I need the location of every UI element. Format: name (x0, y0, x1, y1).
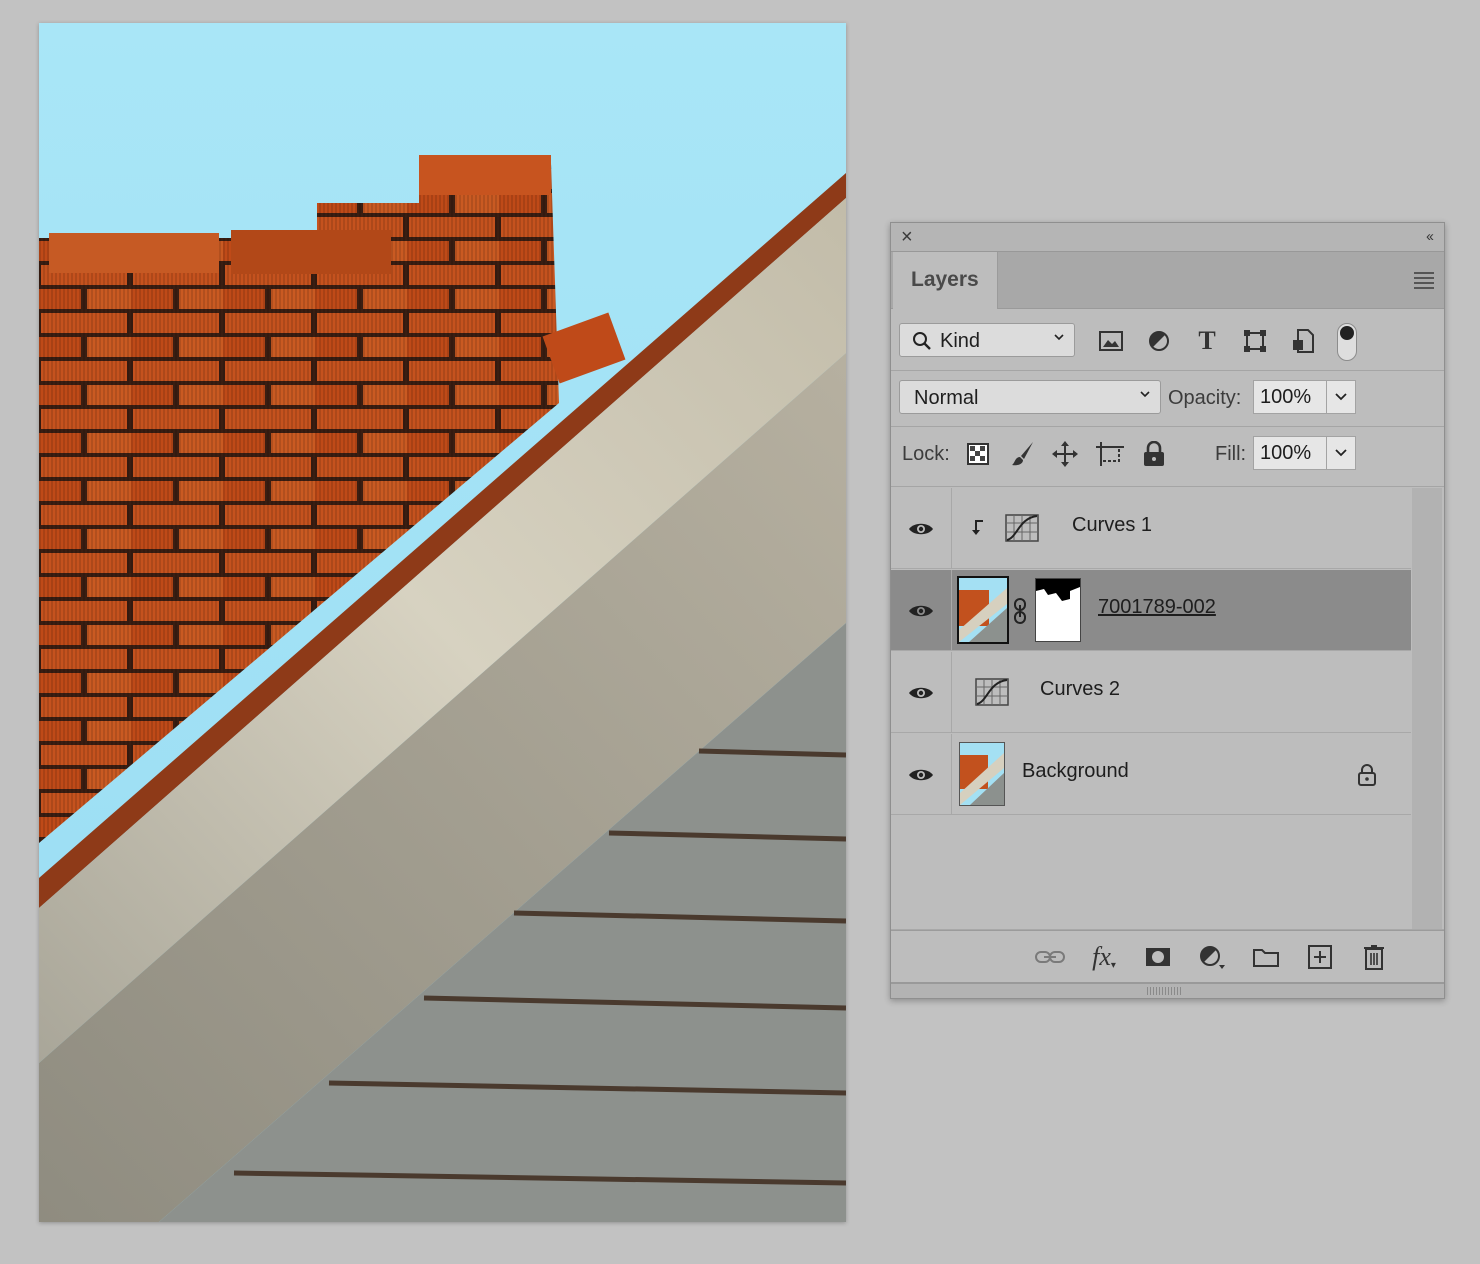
new-adjustment-icon[interactable] (1196, 941, 1228, 973)
thumbnail-image (960, 743, 1004, 805)
divider (891, 486, 1444, 487)
link-layers-icon[interactable] (1034, 941, 1066, 973)
opacity-field[interactable]: 100% (1253, 380, 1327, 414)
filter-toggle-knob (1340, 326, 1354, 340)
layer-name[interactable]: Background (1022, 760, 1129, 783)
layer-mask-thumbnail[interactable] (1035, 578, 1081, 642)
lock-artboard-icon[interactable] (1094, 438, 1126, 470)
opacity-label: Opacity: (1168, 387, 1242, 409)
document-canvas[interactable] (39, 23, 846, 1222)
trash-icon[interactable] (1358, 941, 1390, 973)
eye-icon (909, 769, 933, 780)
adjustment-filter-icon[interactable] (1143, 325, 1175, 357)
search-icon (913, 332, 931, 350)
folder-icon[interactable] (1250, 941, 1282, 973)
chevron-down-icon (1335, 393, 1347, 401)
chevron-down-icon (1140, 391, 1150, 398)
fill-field[interactable]: 100% (1253, 436, 1327, 470)
kind-filter-label: Kind (940, 330, 981, 352)
fx-icon[interactable]: fx ▾ (1088, 941, 1120, 973)
visibility-toggle[interactable] (891, 734, 952, 815)
eye-icon (909, 523, 933, 534)
chevron-down-icon (1335, 449, 1347, 457)
layers-panel: × ‹‹ Layers Kind T Normal Opacity: 100% … (890, 222, 1445, 999)
lock-icon (1358, 764, 1376, 786)
blend-mode-label: Normal (914, 387, 979, 409)
curves-adjustment-icon (975, 678, 1009, 706)
layer-thumbnail[interactable] (959, 742, 1005, 806)
close-panel-icon[interactable]: × (901, 226, 913, 248)
layer-row-background[interactable]: Background (891, 734, 1411, 815)
collapse-panel-icon[interactable]: ‹‹ (1426, 228, 1434, 246)
lock-all-icon[interactable] (1138, 438, 1170, 470)
thumbnail-image (959, 578, 1007, 642)
link-icon[interactable] (1013, 598, 1027, 624)
panel-tab-strip: Layers (891, 252, 1444, 309)
lock-transparent-icon[interactable] (962, 438, 994, 470)
panel-bottom-toolbar: fx ▾ (891, 930, 1444, 983)
layer-row-7001789-002[interactable]: 7001789-002 (891, 570, 1411, 651)
lock-position-icon[interactable] (1049, 438, 1081, 470)
layer-row-curves-2[interactable]: Curves 2 (891, 652, 1411, 733)
divider (891, 370, 1444, 371)
visibility-toggle[interactable] (891, 570, 952, 651)
divider (891, 426, 1444, 427)
layer-name[interactable]: Curves 1 (1072, 514, 1152, 537)
tab-layers[interactable]: Layers (893, 252, 998, 309)
layer-row-curves-1[interactable]: Curves 1 (891, 488, 1411, 569)
lock-pixels-icon[interactable] (1007, 438, 1039, 470)
layer-name[interactable]: Curves 2 (1040, 678, 1120, 701)
type-filter-icon[interactable]: T (1191, 325, 1223, 357)
panel-resize-grip[interactable] (891, 982, 1444, 998)
image-filter-icon[interactable] (1095, 325, 1127, 357)
blend-mode-dropdown[interactable]: Normal (899, 380, 1161, 414)
eye-icon (909, 605, 933, 616)
fill-label: Fill: (1215, 443, 1247, 465)
panel-title-bar: × ‹‹ (891, 223, 1444, 252)
fill-dropdown[interactable] (1327, 436, 1356, 470)
layers-scrollbar[interactable] (1412, 488, 1442, 929)
shape-filter-icon[interactable] (1239, 325, 1271, 357)
layers-list: Curves 1 7001789-002 Curves 2 Background (891, 488, 1411, 818)
curves-adjustment-icon (1005, 514, 1039, 542)
opacity-dropdown[interactable] (1327, 380, 1356, 414)
eye-icon (909, 687, 933, 698)
layer-thumbnail[interactable] (957, 576, 1009, 644)
mask-image (1036, 579, 1080, 601)
photo-image (39, 23, 846, 1222)
panel-menu-icon[interactable] (1414, 272, 1434, 292)
visibility-toggle[interactable] (891, 652, 952, 733)
visibility-toggle[interactable] (891, 488, 952, 569)
smart-object-filter-icon[interactable] (1287, 325, 1319, 357)
kind-filter-dropdown[interactable]: Kind (899, 323, 1075, 357)
clipping-arrow-icon (972, 520, 983, 535)
lock-label: Lock: (902, 443, 950, 465)
add-mask-icon[interactable] (1142, 941, 1174, 973)
layer-name[interactable]: 7001789-002 (1098, 596, 1216, 619)
filter-toggle[interactable] (1337, 323, 1357, 361)
chevron-down-icon (1054, 334, 1064, 341)
new-layer-icon[interactable] (1304, 941, 1336, 973)
tab-layers-label: Layers (911, 268, 979, 291)
